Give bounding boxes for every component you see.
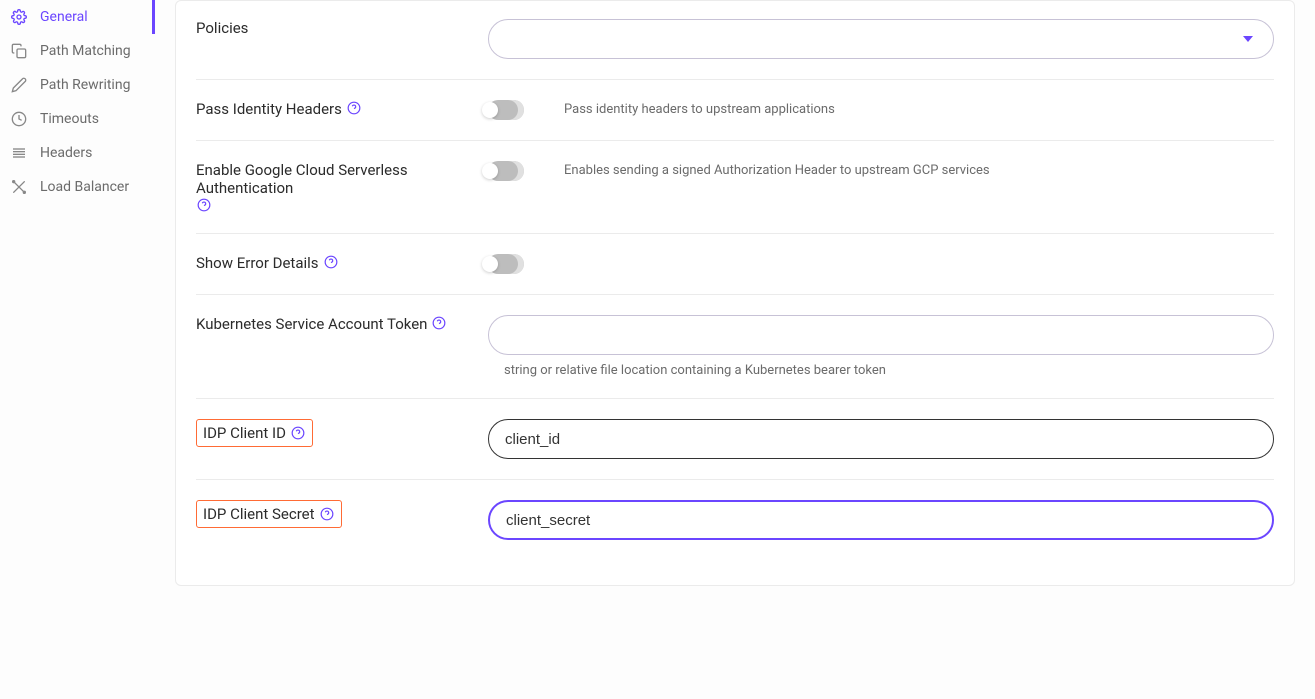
sidebar-item-path-matching[interactable]: Path Matching xyxy=(0,34,155,68)
gcp-serverless-row: Enable Google Cloud Serverless Authentic… xyxy=(196,140,1274,233)
sidebar: General Path Matching Path Rewriting Tim… xyxy=(0,0,155,699)
help-icon[interactable] xyxy=(346,100,362,116)
sidebar-item-label: Path Rewriting xyxy=(40,77,130,93)
pass-identity-headers-toggle[interactable] xyxy=(488,100,524,120)
kubernetes-token-row: Kubernetes Service Account Token string … xyxy=(196,294,1274,398)
idp-client-id-label: IDP Client ID xyxy=(196,419,488,459)
pass-identity-headers-description: Pass identity headers to upstream applic… xyxy=(564,100,835,117)
idp-client-secret-input[interactable] xyxy=(488,500,1274,540)
help-icon[interactable] xyxy=(431,315,447,331)
pass-identity-headers-label: Pass Identity Headers xyxy=(196,100,488,120)
sidebar-item-label: Headers xyxy=(40,145,92,161)
menu-icon xyxy=(10,144,28,162)
help-icon[interactable] xyxy=(319,506,335,522)
help-icon[interactable] xyxy=(196,197,212,213)
settings-card: Policies Pass Identity Headers xyxy=(175,0,1295,586)
clock-icon xyxy=(10,110,28,128)
policies-label: Policies xyxy=(196,19,488,59)
chevron-down-icon xyxy=(1243,36,1253,42)
help-icon[interactable] xyxy=(323,254,339,270)
policies-select[interactable] xyxy=(488,19,1274,59)
sidebar-item-label: General xyxy=(40,9,88,25)
idp-client-secret-row: IDP Client Secret xyxy=(196,479,1274,560)
show-error-details-label: Show Error Details xyxy=(196,254,488,274)
copy-icon xyxy=(10,42,28,60)
policies-row: Policies xyxy=(196,1,1274,79)
show-error-details-row: Show Error Details xyxy=(196,233,1274,294)
main-content: Policies Pass Identity Headers xyxy=(155,0,1315,699)
idp-client-secret-label: IDP Client Secret xyxy=(196,500,488,540)
sidebar-item-label: Timeouts xyxy=(40,111,99,127)
pencil-icon xyxy=(10,76,28,94)
gcp-serverless-label: Enable Google Cloud Serverless Authentic… xyxy=(196,161,488,213)
sidebar-item-label: Path Matching xyxy=(40,43,131,59)
gear-icon xyxy=(10,8,28,26)
idp-client-id-row: IDP Client ID xyxy=(196,398,1274,479)
sidebar-item-load-balancer[interactable]: Load Balancer xyxy=(0,170,155,204)
sidebar-item-path-rewriting[interactable]: Path Rewriting xyxy=(0,68,155,102)
sidebar-item-label: Load Balancer xyxy=(40,179,129,195)
kubernetes-token-label: Kubernetes Service Account Token xyxy=(196,315,488,378)
pass-identity-headers-row: Pass Identity Headers Pass identity head… xyxy=(196,79,1274,140)
help-icon[interactable] xyxy=(290,425,306,441)
sidebar-item-general[interactable]: General xyxy=(0,0,155,34)
gcp-serverless-description: Enables sending a signed Authorization H… xyxy=(564,161,990,178)
kubernetes-token-hint: string or relative file location contain… xyxy=(488,363,1274,378)
sidebar-item-headers[interactable]: Headers xyxy=(0,136,155,170)
cross-icon xyxy=(10,178,28,196)
gcp-serverless-toggle[interactable] xyxy=(488,161,524,181)
kubernetes-token-input[interactable] xyxy=(488,315,1274,355)
sidebar-item-timeouts[interactable]: Timeouts xyxy=(0,102,155,136)
idp-client-id-input[interactable] xyxy=(488,419,1274,459)
show-error-details-toggle[interactable] xyxy=(488,254,524,274)
